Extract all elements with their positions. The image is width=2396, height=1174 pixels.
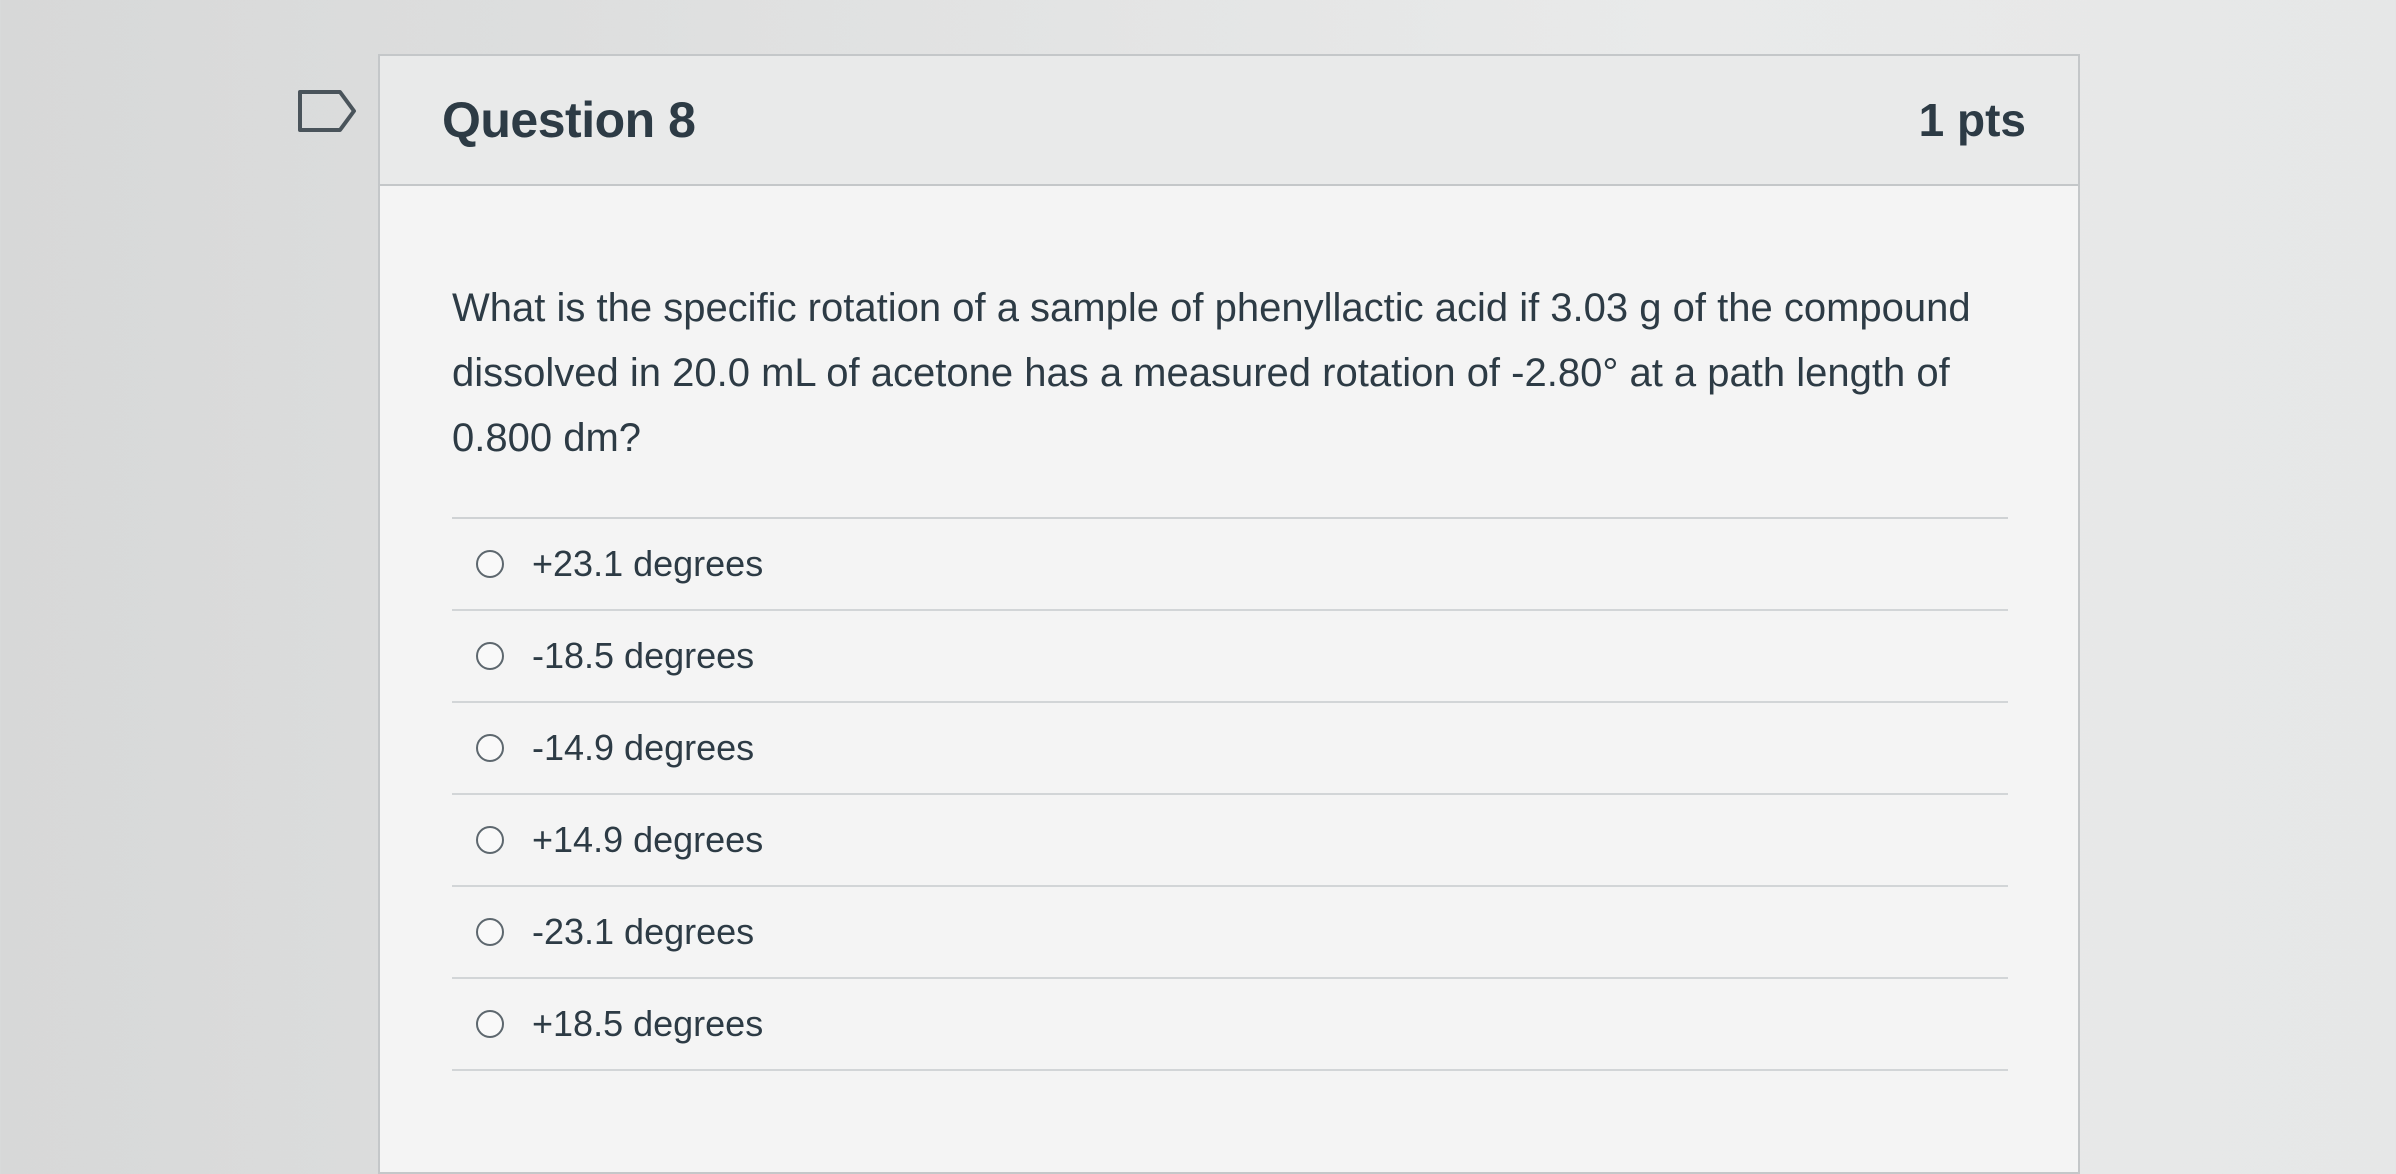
answer-list: +23.1 degrees -18.5 degrees -14.9 degree…: [452, 517, 2008, 1071]
answer-radio[interactable]: [476, 826, 504, 854]
answer-radio[interactable]: [476, 734, 504, 762]
question-title: Question 8: [442, 92, 696, 148]
answer-radio[interactable]: [476, 642, 504, 670]
answer-option[interactable]: +23.1 degrees: [452, 519, 2008, 611]
question-points: 1 pts: [1918, 94, 2026, 146]
answer-label: -23.1 degrees: [532, 911, 755, 952]
question-header: Question 8 1 pts: [380, 56, 2078, 186]
answer-option[interactable]: -23.1 degrees: [452, 887, 2008, 979]
question-text: What is the specific rotation of a sampl…: [452, 286, 1971, 460]
answer-label: -18.5 degrees: [532, 635, 755, 676]
question-body: What is the specific rotation of a sampl…: [380, 186, 2078, 1071]
answer-option[interactable]: -14.9 degrees: [452, 703, 2008, 795]
question-card: Question 8 1 pts What is the specific ro…: [378, 54, 2080, 1174]
answer-option[interactable]: -18.5 degrees: [452, 611, 2008, 703]
answer-label: +14.9 degrees: [532, 819, 764, 860]
answer-label: +18.5 degrees: [532, 1003, 764, 1044]
answer-option[interactable]: +14.9 degrees: [452, 795, 2008, 887]
flag-question-icon[interactable]: [296, 88, 360, 134]
answer-label: -14.9 degrees: [532, 727, 755, 768]
answer-radio[interactable]: [476, 550, 504, 578]
answer-radio[interactable]: [476, 1010, 504, 1038]
answer-radio[interactable]: [476, 918, 504, 946]
answer-label: +23.1 degrees: [532, 543, 764, 584]
answer-option[interactable]: +18.5 degrees: [452, 979, 2008, 1071]
